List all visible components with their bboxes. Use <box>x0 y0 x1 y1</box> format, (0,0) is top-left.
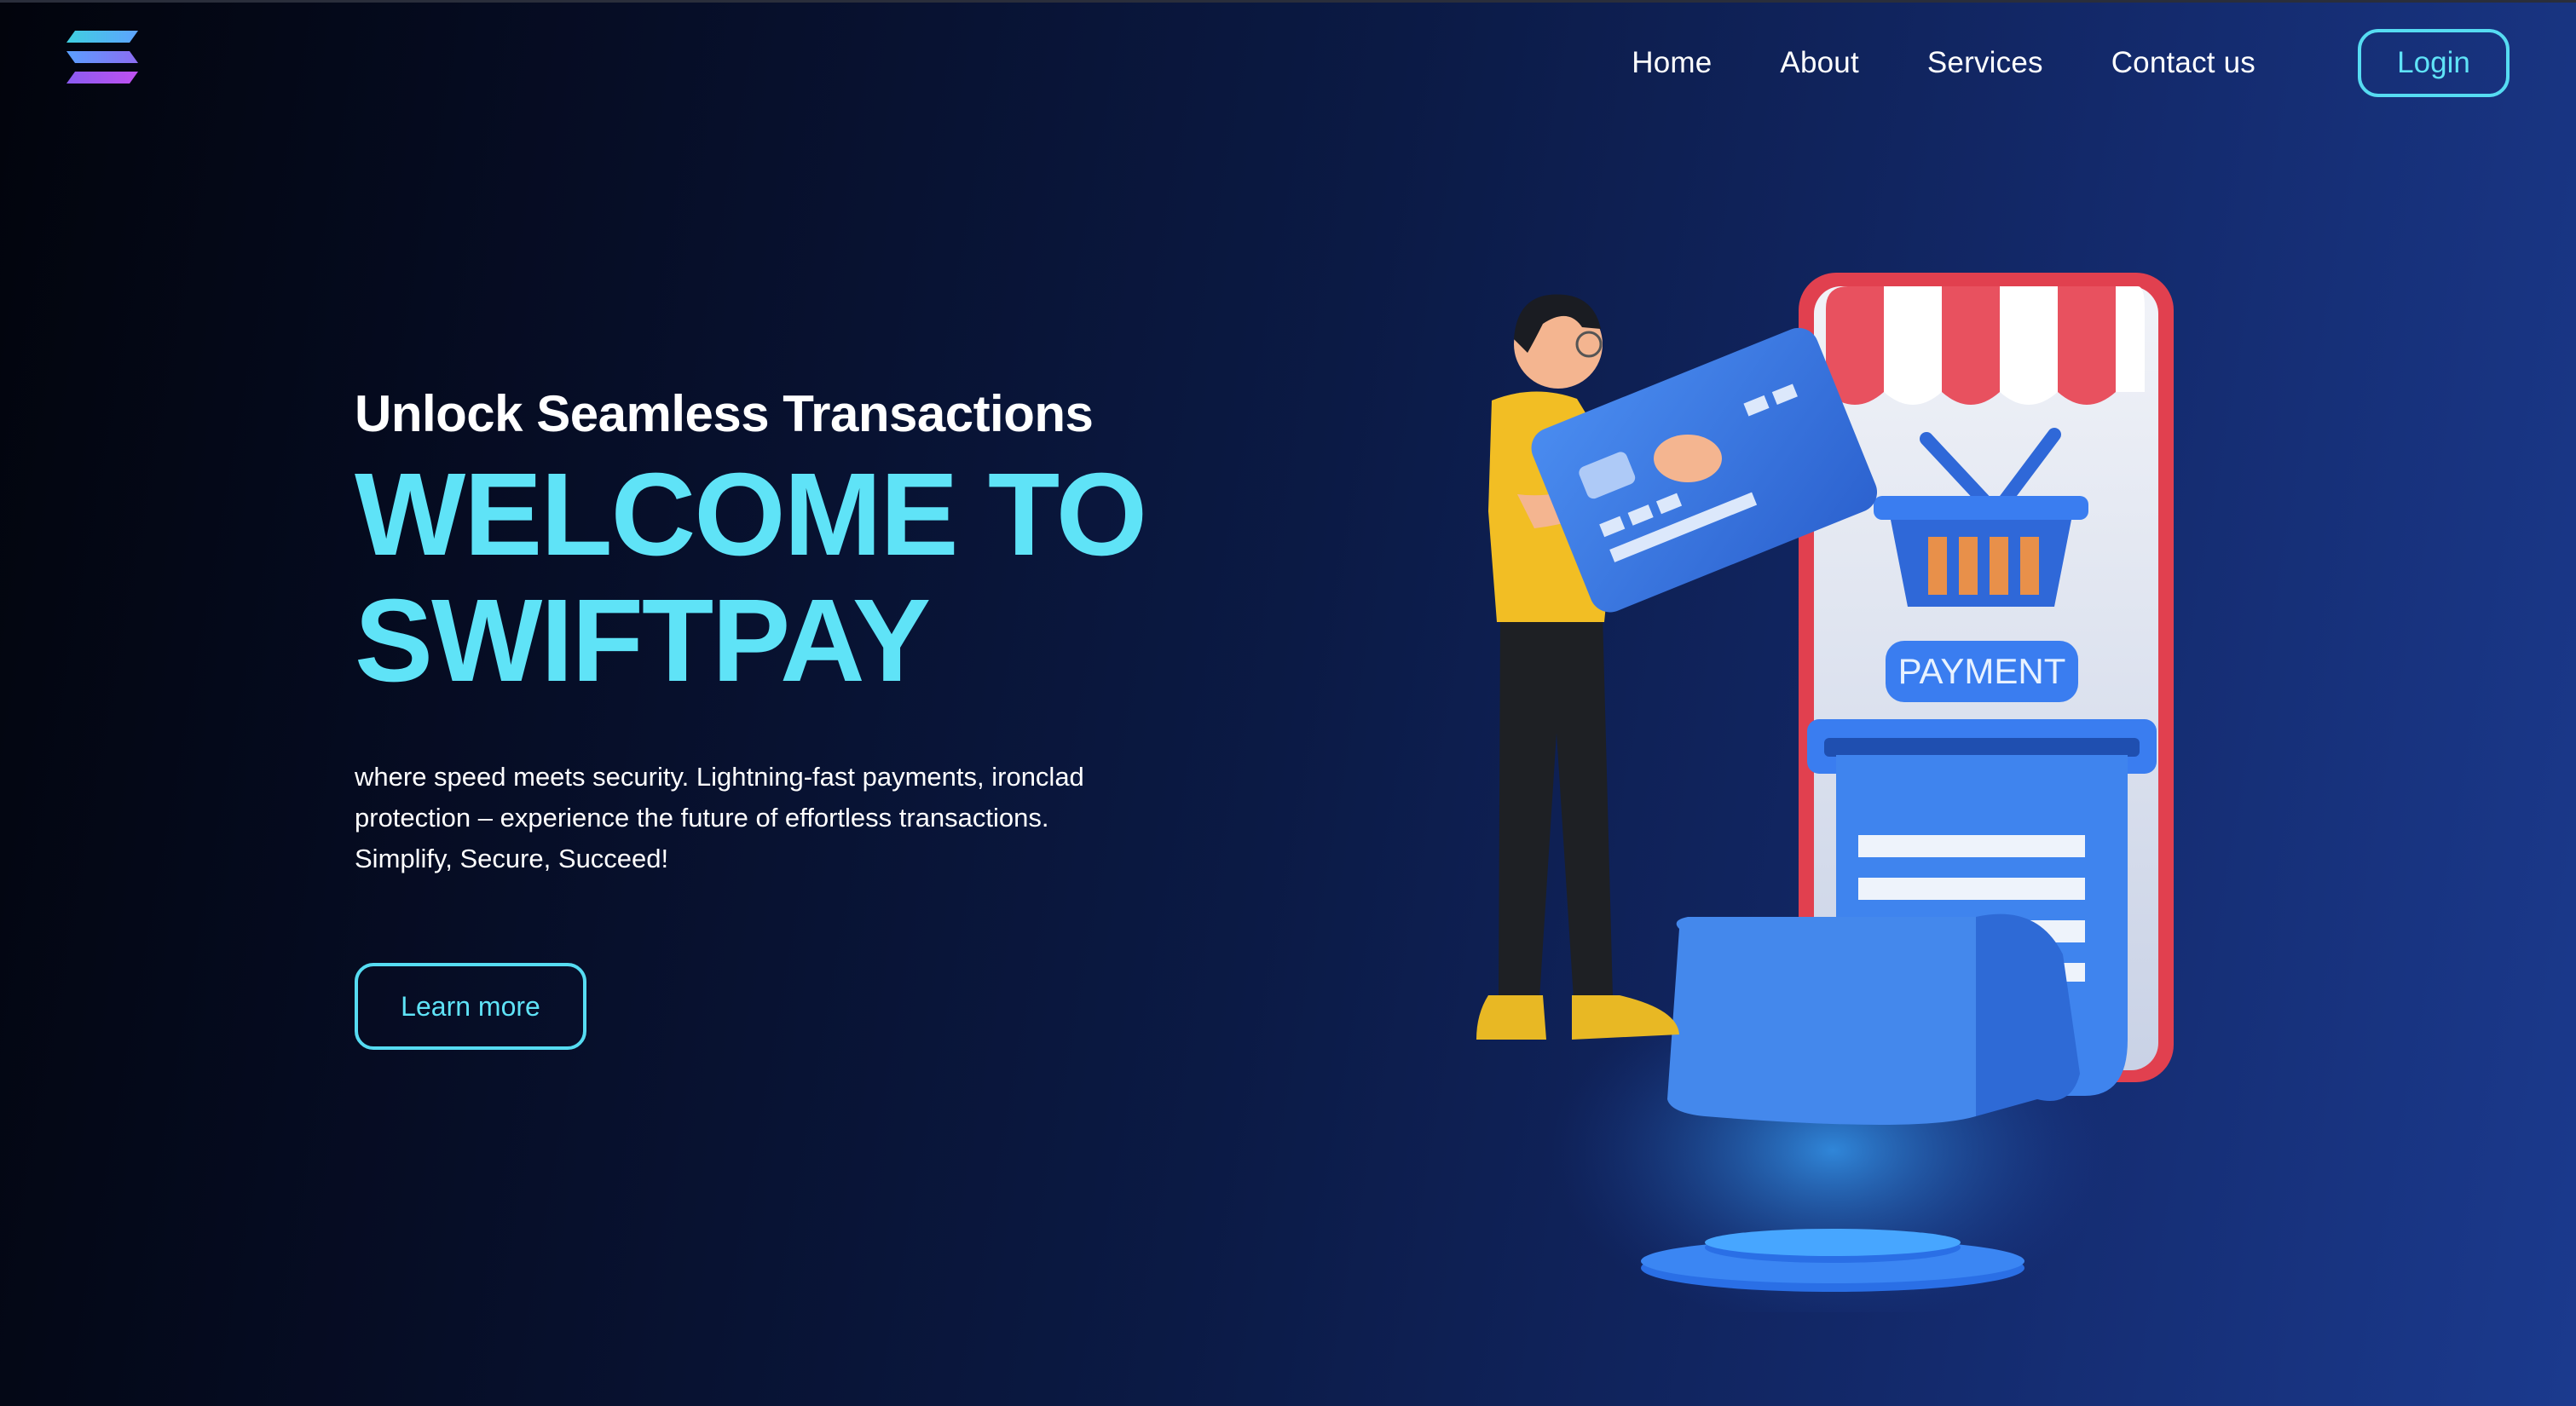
stacked-bars-logo-icon[interactable] <box>66 31 138 84</box>
shop-awning <box>1826 286 2145 405</box>
hero-headline-line1: WELCOME TO <box>355 449 1147 580</box>
nav-contact-link[interactable]: Contact us <box>2111 46 2255 80</box>
payment-label: PAYMENT <box>1898 651 2066 691</box>
hero-headline-line2: SWIFTPAY <box>355 575 931 706</box>
payment-illustration-icon: PAYMENT <box>1476 273 2174 1312</box>
login-button[interactable]: Login <box>2358 29 2510 97</box>
receipt <box>1667 755 2128 1125</box>
nav-about-link[interactable]: About <box>1780 46 1858 80</box>
top-border <box>0 0 2576 3</box>
hero-description-line3: Simplify, Secure, Succeed! <box>355 844 669 873</box>
hero-description-line1: where speed meets security. Lightning-fa… <box>355 762 1084 792</box>
main-nav: Home About Services Contact us Login <box>1632 29 2510 97</box>
hero-description-line2: protection – experience the future of ef… <box>355 803 1049 833</box>
nav-services-link[interactable]: Services <box>1927 46 2043 80</box>
hero-headline: WELCOME TO SWIFTPAY <box>355 452 1258 704</box>
hero-kicker: Unlock Seamless Transactions <box>355 385 1094 442</box>
learn-more-button[interactable]: Learn more <box>355 963 586 1050</box>
hero-description: where speed meets security. Lightning-fa… <box>355 757 1173 879</box>
hero-section: Unlock Seamless Transactions WELCOME TO … <box>355 382 1258 704</box>
nav-home-link[interactable]: Home <box>1632 46 1712 80</box>
